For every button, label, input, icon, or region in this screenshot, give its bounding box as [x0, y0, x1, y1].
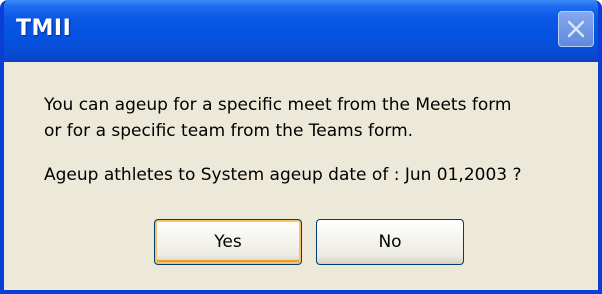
close-icon: [567, 20, 585, 38]
dialog-message: You can ageup for a specific meet from t…: [44, 92, 511, 144]
yes-button[interactable]: Yes: [154, 219, 302, 265]
no-button[interactable]: No: [316, 219, 464, 265]
message-line-2: or for a specific team from the Teams fo…: [44, 121, 414, 141]
window-title: TMII: [16, 16, 72, 41]
message-line-1: You can ageup for a specific meet from t…: [44, 95, 512, 115]
title-bar[interactable]: TMII: [4, 0, 598, 62]
close-button[interactable]: [558, 11, 594, 47]
message-dialog: TMII You can ageup for a specific meet f…: [0, 0, 602, 294]
dialog-question: Ageup athletes to System ageup date of :…: [44, 165, 522, 185]
